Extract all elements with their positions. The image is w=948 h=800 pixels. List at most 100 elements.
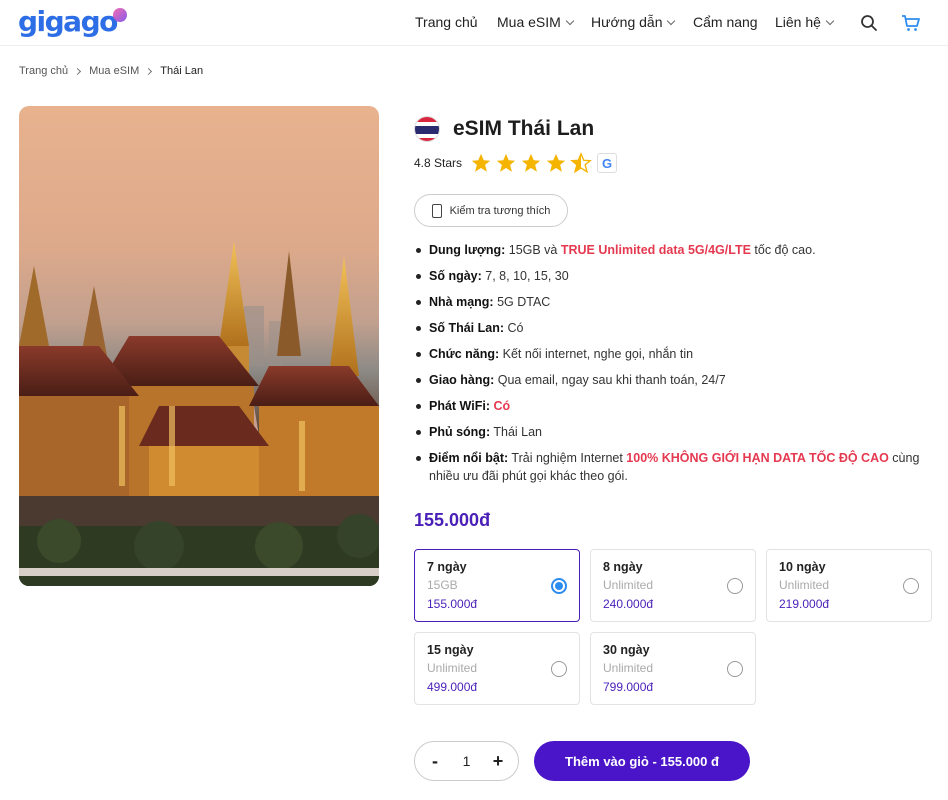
- chevron-down-icon: [825, 16, 835, 25]
- feature-list: Dung lượng: 15GB và TRUE Unlimited data …: [414, 241, 934, 493]
- plan-price: 240.000đ: [603, 597, 654, 611]
- product-title-row: eSIM Thái Lan: [414, 116, 594, 142]
- plan-name: 10 ngày: [779, 560, 826, 574]
- feature-item: Số ngày: 7, 8, 10, 15, 30: [414, 267, 934, 285]
- plan-price: 499.000đ: [427, 680, 478, 694]
- feature-item: Điểm nổi bật: Trải nghiệm Internet 100% …: [414, 449, 934, 485]
- feature-label: Dung lượng:: [429, 243, 506, 257]
- check-compatibility-label: Kiểm tra tương thích: [449, 204, 551, 217]
- nav-label: Liên hệ: [775, 14, 821, 30]
- chevron-down-icon: [565, 16, 575, 25]
- rating-text: 4.8 Stars: [414, 156, 463, 170]
- feature-label: Điểm nổi bật:: [429, 451, 509, 465]
- nav-item-handbook[interactable]: Cẩm nang: [693, 14, 758, 30]
- half-star-icon: [570, 152, 592, 174]
- product-price: 155.000đ: [414, 510, 491, 530]
- breadcrumb-home[interactable]: Trang chủ: [19, 65, 68, 77]
- plan-name: 15 ngày: [427, 643, 474, 657]
- nav-item-contact[interactable]: Liên hệ: [775, 14, 835, 30]
- plan-price: 155.000đ: [427, 597, 478, 611]
- gigago-logo[interactable]: gigago: [18, 5, 127, 38]
- cart-icon[interactable]: [901, 14, 921, 32]
- plan-data: Unlimited: [427, 661, 478, 675]
- feature-text: Trải nghiệm Internet: [508, 451, 627, 465]
- nav-item-buy-esim[interactable]: Mua eSIM: [497, 14, 575, 30]
- nav-item-home[interactable]: Trang chủ: [415, 14, 478, 30]
- plan-radio[interactable]: [551, 661, 567, 677]
- thailand-flag-icon: [414, 116, 440, 142]
- plan-radio[interactable]: [903, 578, 919, 594]
- feature-text: Kết nối internet, nghe gọi, nhắn tin: [499, 347, 694, 361]
- plan-option-30-days[interactable]: 30 ngày Unlimited 799.000đ: [590, 632, 756, 705]
- chevron-right-icon: [74, 67, 82, 75]
- plan-name: 30 ngày: [603, 643, 650, 657]
- star-rating: [470, 152, 595, 174]
- nav-label: Mua eSIM: [497, 14, 561, 30]
- feature-item: Phủ sóng: Thái Lan: [414, 423, 934, 441]
- check-compatibility-button[interactable]: Kiểm tra tương thích: [414, 194, 568, 227]
- feature-text: 15GB và: [505, 243, 561, 257]
- star-icon: [471, 153, 491, 172]
- star-icon: [521, 153, 541, 172]
- feature-item: Số Thái Lan: Có: [414, 319, 934, 337]
- add-to-cart-button[interactable]: Thêm vào giỏ - 155.000 đ: [534, 741, 750, 781]
- quantity-stepper: - 1 +: [414, 741, 519, 781]
- nav-label: Cẩm nang: [693, 14, 758, 30]
- plan-data: Unlimited: [603, 578, 654, 592]
- feature-text: Thái Lan: [490, 425, 543, 439]
- chevron-down-icon: [667, 16, 676, 25]
- phone-icon: [431, 203, 442, 218]
- feature-highlight: 100% KHÔNG GIỚI HẠN DATA TỐC ĐỘ CAO: [626, 451, 889, 465]
- plan-data: Unlimited: [603, 661, 654, 675]
- rating-row: 4.8 Stars G: [414, 152, 618, 174]
- feature-label: Giao hàng:: [429, 373, 495, 387]
- star-icon: [496, 153, 516, 172]
- plan-data: Unlimited: [779, 578, 830, 592]
- feature-label: Nhà mạng:: [429, 295, 494, 309]
- feature-text: Có: [504, 321, 524, 335]
- feature-label: Số ngày:: [429, 269, 482, 283]
- plan-radio[interactable]: [551, 578, 567, 594]
- plan-data: 15GB: [427, 578, 458, 592]
- plan-price: 799.000đ: [603, 680, 654, 694]
- breadcrumb-current: Thái Lan: [160, 65, 204, 77]
- feature-highlight: Có: [493, 399, 511, 413]
- nav-label: Trang chủ: [415, 14, 478, 30]
- feature-label: Số Thái Lan:: [429, 321, 504, 335]
- increment-button[interactable]: +: [490, 751, 506, 772]
- feature-text: 5G DTAC: [493, 295, 551, 309]
- logo-text: gigago: [18, 5, 118, 38]
- logo-dot-icon: [113, 8, 127, 22]
- feature-item: Nhà mạng: 5G DTAC: [414, 293, 934, 311]
- feature-highlight: TRUE Unlimited data 5G/4G/LTE: [560, 243, 751, 257]
- quantity-value[interactable]: 1: [463, 753, 471, 769]
- feature-item: Dung lượng: 15GB và TRUE Unlimited data …: [414, 241, 934, 259]
- site-header: gigago Trang chủ Mua eSIM Hướng dẫn Cẩm …: [0, 0, 948, 46]
- plan-option-7-days[interactable]: 7 ngày 15GB 155.000đ: [414, 549, 580, 622]
- search-icon[interactable]: [860, 14, 878, 32]
- plan-price: 219.000đ: [779, 597, 830, 611]
- star-icon: [546, 153, 566, 172]
- feature-label: Phủ sóng:: [429, 425, 491, 439]
- product-title: eSIM Thái Lan: [453, 117, 595, 140]
- plan-option-10-days[interactable]: 10 ngày Unlimited 219.000đ: [766, 549, 932, 622]
- plan-option-15-days[interactable]: 15 ngày Unlimited 499.000đ: [414, 632, 580, 705]
- feature-label: Phát WiFi:: [429, 399, 490, 413]
- decrement-button[interactable]: -: [427, 751, 443, 772]
- google-icon: G: [597, 153, 618, 173]
- feature-label: Chức năng:: [429, 347, 500, 361]
- plan-radio[interactable]: [727, 661, 743, 677]
- nav-item-guide[interactable]: Hướng dẫn: [591, 14, 676, 30]
- feature-text: tốc độ cao.: [750, 243, 816, 257]
- feature-text: 7, 8, 10, 15, 30: [481, 269, 569, 283]
- breadcrumb: Trang chủ Mua eSIM Thái Lan: [19, 65, 203, 77]
- plan-name: 7 ngày: [427, 560, 467, 574]
- product-image: [19, 106, 379, 586]
- breadcrumb-buy-esim[interactable]: Mua eSIM: [89, 65, 139, 77]
- plan-radio[interactable]: [727, 578, 743, 594]
- chevron-right-icon: [145, 67, 153, 75]
- feature-text: Qua email, ngay sau khi thanh toán, 24/7: [494, 373, 726, 387]
- feature-item: Phát WiFi: Có: [414, 397, 934, 415]
- feature-item: Giao hàng: Qua email, ngay sau khi thanh…: [414, 371, 934, 389]
- plan-option-8-days[interactable]: 8 ngày Unlimited 240.000đ: [590, 549, 756, 622]
